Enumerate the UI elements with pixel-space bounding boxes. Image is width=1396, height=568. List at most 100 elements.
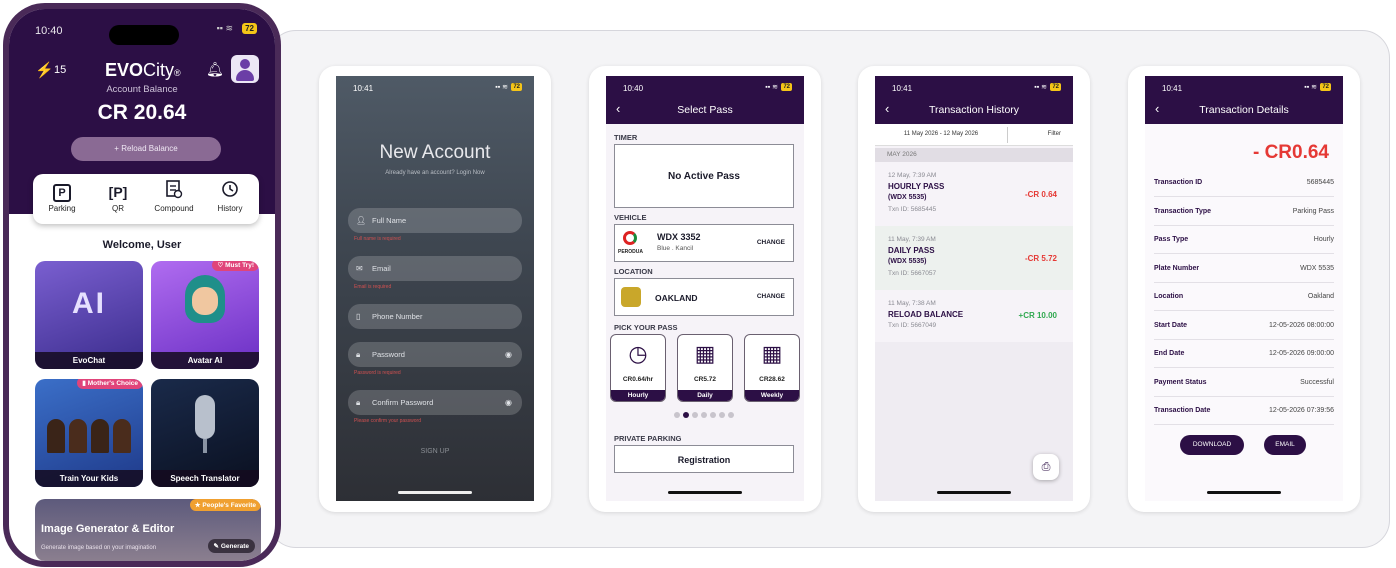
clock-icon: ◷	[628, 341, 648, 366]
generate-button[interactable]: ✎ Generate	[207, 539, 255, 553]
card-image-generator[interactable]: ★ People's Favorite Image Generator & Ed…	[35, 499, 261, 561]
image-card-title: Image Generator & Editor	[41, 523, 175, 535]
detail-key: End Date	[1154, 350, 1185, 357]
change-vehicle-button[interactable]: CHANGE	[757, 239, 785, 246]
card-label: Avatar AI	[151, 352, 259, 369]
lock-icon: 🔒︎	[356, 398, 361, 407]
kids-art	[47, 419, 131, 453]
status-time: 10:40	[35, 25, 63, 37]
avatar-icon	[240, 59, 250, 69]
pager-dot[interactable]	[691, 412, 698, 418]
image-card-subtitle: Generate image based on your imagination	[41, 545, 157, 551]
history-screen: 10:41 ▪▪ ≋ 72 ‹ Transaction History 11 May…	[875, 76, 1073, 501]
card-train-your-kids[interactable]: ▮ Mother's Choice Train Your Kids	[35, 379, 143, 487]
signal-icon: ▪▪ ≋	[495, 84, 508, 91]
signal-icon: ▪▪ ≋	[765, 84, 778, 91]
card-label: Train Your Kids	[35, 470, 143, 487]
plate-number: WDX 3352	[657, 232, 701, 242]
account-balance-value: CR 20.64	[97, 101, 187, 124]
user-icon: 👤︎	[356, 216, 367, 225]
perodua-logo-icon	[623, 231, 637, 245]
registration-button[interactable]: Registration	[614, 445, 794, 473]
detail-value: 12-05-2026 07:39:56	[1269, 407, 1334, 414]
date-range-picker[interactable]: 11 May 2026 - 12 May 2026	[875, 131, 1007, 137]
detail-value: 12-05-2026 09:00:00	[1269, 350, 1334, 357]
transaction-item[interactable]: 11 May, 7:39 AM DAILY PASS (WDX 5535) Tx…	[875, 226, 1073, 290]
filter-button[interactable]: Filter	[1048, 131, 1061, 137]
password-field[interactable]: 🔒︎ Password ◉	[348, 342, 522, 367]
peoples-favorite-badge: ★ People's Favorite	[189, 499, 261, 511]
card-avatar-ai[interactable]: ♡ Must Try! Avatar AI	[151, 261, 259, 369]
location-box: OAKLAND CHANGE	[614, 278, 794, 316]
detail-row: Location Oakland	[1154, 283, 1334, 311]
phone-field[interactable]: ▯ Phone Number	[348, 304, 522, 329]
battery-icon: 72	[781, 83, 792, 91]
quick-qr[interactable]: [P] QR	[93, 180, 143, 213]
calendar-icon: ▦	[761, 341, 783, 366]
battery-icon: 72	[1050, 83, 1061, 91]
download-button[interactable]: DOWNLOAD	[1180, 435, 1244, 455]
lock-icon: 🔒︎	[356, 350, 361, 359]
pager-dot[interactable]	[682, 412, 689, 418]
timer-box: No Active Pass	[614, 144, 794, 208]
pager-dot[interactable]	[718, 412, 725, 418]
pager-dot[interactable]	[673, 412, 680, 418]
change-location-button[interactable]: CHANGE	[757, 293, 785, 300]
email-button[interactable]: EMAIL	[1264, 435, 1306, 455]
signal-icon: ▪▪ ≋	[1034, 84, 1047, 91]
pass-hourly[interactable]: ◷ CR0.64/hr Hourly	[610, 334, 666, 402]
page-title: Transaction History	[928, 104, 1020, 116]
phone-new-account: 10:41 ▪▪ ≋ 72 New Account Already have an …	[319, 66, 551, 512]
transaction-item[interactable]: 12 May, 7:39 AM HOURLY PASS (WDX 5535) T…	[875, 162, 1073, 226]
quick-compound[interactable]: Compound	[149, 180, 199, 213]
pager-dot[interactable]	[700, 412, 707, 418]
select-pass-screen: 10:40 ▪▪ ≋ 72 ‹ Select Pass TIMER No Activ…	[606, 76, 804, 501]
phone-transaction-history: 10:41 ▪▪ ≋ 72 ‹ Transaction History 11 May…	[858, 66, 1090, 512]
home-app-header: ⚡ 15 EVOCity® 🔔︎	[9, 55, 275, 85]
print-icon[interactable]: ⎙	[1033, 454, 1059, 480]
pager-dot[interactable]	[727, 412, 734, 418]
phone-transaction-details: 10:41 ▪▪ ≋ 72 ‹ Transaction Details - CR0.…	[1128, 66, 1360, 512]
card-label: EvoChat	[35, 352, 143, 369]
home-indicator	[937, 491, 1011, 494]
detail-value: Parking Pass	[1292, 207, 1334, 215]
detail-row: Plate Number WDX 5535	[1154, 255, 1334, 283]
microphone-icon	[195, 395, 215, 439]
page-title: Select Pass	[677, 104, 733, 116]
filter-bar: 11 May 2026 - 12 May 2026 Filter	[875, 124, 1073, 146]
confirm-password-field[interactable]: 🔒︎ Confirm Password ◉	[348, 390, 522, 415]
card-evochat[interactable]: AI EvoChat	[35, 261, 143, 369]
vehicle-model: Blue . Kancil	[657, 245, 694, 252]
vehicle-box: PERODUA WDX 3352 Blue . Kancil CHANGE	[614, 224, 794, 262]
brand-label: PERODUA	[618, 249, 644, 255]
new-account-screen: 10:41 ▪▪ ≋ 72 New Account Already have an …	[336, 76, 534, 501]
detail-row: Start Date 12-05-2026 08:00:00	[1154, 312, 1334, 340]
card-speech-translator[interactable]: Speech Translator	[151, 379, 259, 487]
transaction-item[interactable]: 11 May, 7:38 AM RELOAD BALANCE Txn ID: 5…	[875, 290, 1073, 342]
detail-value: 5685445	[1306, 179, 1334, 186]
email-error: Email is required	[354, 284, 392, 290]
quick-history[interactable]: History	[205, 180, 255, 213]
phone-select-pass: 10:40 ▪▪ ≋ 72 ‹ Select Pass TIMER No Activ…	[589, 66, 821, 512]
navbar: 10:40 ▪▪ ≋ 72 ‹ Select Pass	[606, 76, 804, 124]
reload-balance-button[interactable]: + Reload Balance	[71, 137, 221, 161]
parking-icon: P	[53, 184, 71, 202]
login-link[interactable]: Already have an account? Login Now	[336, 170, 534, 176]
dynamic-island	[109, 25, 179, 45]
quick-parking[interactable]: P Parking	[37, 180, 87, 213]
signup-button[interactable]: SIGN UP	[336, 448, 534, 455]
bell-icon[interactable]: 🔔︎	[206, 61, 224, 78]
profile-avatar-button[interactable]	[231, 55, 259, 83]
transaction-amount: - CR0.64	[1252, 142, 1329, 163]
detail-key: Plate Number	[1154, 264, 1200, 272]
quick-label: History	[217, 204, 243, 213]
quick-label: Parking	[48, 204, 76, 213]
detail-value: WDX 5535	[1300, 264, 1334, 272]
details-screen: 10:41 ▪▪ ≋ 72 ‹ Transaction Details - CR0.…	[1145, 76, 1343, 501]
pass-daily[interactable]: ▦ CR5.72 Daily	[677, 334, 733, 402]
location-crest-icon	[621, 287, 641, 307]
email-field[interactable]: ✉ Email	[348, 256, 522, 281]
fullname-field[interactable]: 👤︎ Full Name	[348, 208, 522, 233]
pager-dot[interactable]	[709, 412, 716, 418]
pass-weekly[interactable]: ▦ CR28.62 Weekly	[744, 334, 800, 402]
